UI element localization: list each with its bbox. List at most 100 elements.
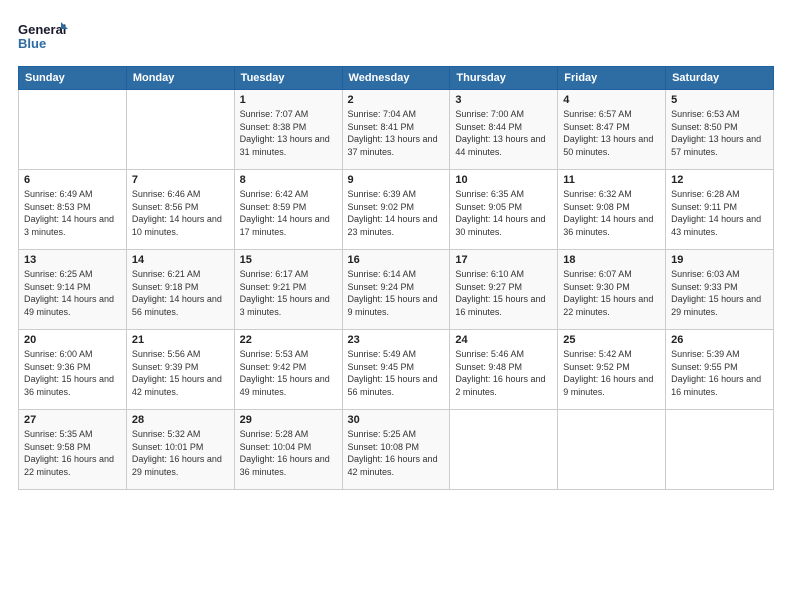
day-info: Sunrise: 5:28 AM Sunset: 10:04 PM Daylig…	[240, 428, 337, 478]
day-number: 27	[24, 414, 121, 426]
day-number: 22	[240, 334, 337, 346]
day-info: Sunrise: 5:53 AM Sunset: 9:42 PM Dayligh…	[240, 348, 337, 398]
day-number: 7	[132, 174, 229, 186]
day-info: Sunrise: 6:46 AM Sunset: 8:56 PM Dayligh…	[132, 188, 229, 238]
day-info: Sunrise: 6:03 AM Sunset: 9:33 PM Dayligh…	[671, 268, 768, 318]
day-number: 28	[132, 414, 229, 426]
day-info: Sunrise: 6:32 AM Sunset: 9:08 PM Dayligh…	[563, 188, 660, 238]
calendar-cell: 26 Sunrise: 5:39 AM Sunset: 9:55 PM Dayli…	[666, 330, 774, 410]
day-number: 12	[671, 174, 768, 186]
day-info: Sunrise: 5:42 AM Sunset: 9:52 PM Dayligh…	[563, 348, 660, 398]
calendar-cell	[450, 410, 558, 490]
calendar-cell: 17 Sunrise: 6:10 AM Sunset: 9:27 PM Dayli…	[450, 250, 558, 330]
day-info: Sunrise: 6:21 AM Sunset: 9:18 PM Dayligh…	[132, 268, 229, 318]
calendar-cell	[666, 410, 774, 490]
day-number: 5	[671, 94, 768, 106]
day-info: Sunrise: 7:07 AM Sunset: 8:38 PM Dayligh…	[240, 108, 337, 158]
calendar-week-1: 1 Sunrise: 7:07 AM Sunset: 8:38 PM Daylig…	[19, 90, 774, 170]
day-number: 2	[348, 94, 445, 106]
calendar-cell: 22 Sunrise: 5:53 AM Sunset: 9:42 PM Dayli…	[234, 330, 342, 410]
day-info: Sunrise: 5:39 AM Sunset: 9:55 PM Dayligh…	[671, 348, 768, 398]
day-info: Sunrise: 6:57 AM Sunset: 8:47 PM Dayligh…	[563, 108, 660, 158]
day-info: Sunrise: 6:00 AM Sunset: 9:36 PM Dayligh…	[24, 348, 121, 398]
svg-text:General: General	[18, 22, 66, 37]
calendar-cell: 25 Sunrise: 5:42 AM Sunset: 9:52 PM Dayli…	[558, 330, 666, 410]
day-number: 20	[24, 334, 121, 346]
calendar-week-4: 20 Sunrise: 6:00 AM Sunset: 9:36 PM Dayli…	[19, 330, 774, 410]
calendar-cell: 2 Sunrise: 7:04 AM Sunset: 8:41 PM Daylig…	[342, 90, 450, 170]
day-info: Sunrise: 6:25 AM Sunset: 9:14 PM Dayligh…	[24, 268, 121, 318]
calendar-cell: 5 Sunrise: 6:53 AM Sunset: 8:50 PM Daylig…	[666, 90, 774, 170]
day-number: 10	[455, 174, 552, 186]
calendar-cell: 4 Sunrise: 6:57 AM Sunset: 8:47 PM Daylig…	[558, 90, 666, 170]
calendar-cell: 11 Sunrise: 6:32 AM Sunset: 9:08 PM Dayli…	[558, 170, 666, 250]
day-info: Sunrise: 6:14 AM Sunset: 9:24 PM Dayligh…	[348, 268, 445, 318]
calendar-cell: 6 Sunrise: 6:49 AM Sunset: 8:53 PM Daylig…	[19, 170, 127, 250]
day-number: 23	[348, 334, 445, 346]
day-info: Sunrise: 5:35 AM Sunset: 9:58 PM Dayligh…	[24, 428, 121, 478]
calendar-cell: 28Sunrise: 5:32 AM Sunset: 10:01 PM Dayl…	[126, 410, 234, 490]
calendar-cell: 24 Sunrise: 5:46 AM Sunset: 9:48 PM Dayli…	[450, 330, 558, 410]
calendar-cell: 8Sunrise: 6:42 AM Sunset: 8:59 PM Daylig…	[234, 170, 342, 250]
day-info: Sunrise: 7:04 AM Sunset: 8:41 PM Dayligh…	[348, 108, 445, 158]
calendar-header-tuesday: Tuesday	[234, 67, 342, 90]
day-info: Sunrise: 6:28 AM Sunset: 9:11 PM Dayligh…	[671, 188, 768, 238]
day-number: 17	[455, 254, 552, 266]
calendar-cell	[558, 410, 666, 490]
day-info: Sunrise: 5:49 AM Sunset: 9:45 PM Dayligh…	[348, 348, 445, 398]
calendar-cell: 1 Sunrise: 7:07 AM Sunset: 8:38 PM Daylig…	[234, 90, 342, 170]
calendar-week-3: 13Sunrise: 6:25 AM Sunset: 9:14 PM Dayli…	[19, 250, 774, 330]
calendar-table: SundayMondayTuesdayWednesdayThursdayFrid…	[18, 66, 774, 490]
day-number: 4	[563, 94, 660, 106]
calendar-cell: 30 Sunrise: 5:25 AM Sunset: 10:08 PM Dayl…	[342, 410, 450, 490]
calendar-header-saturday: Saturday	[666, 67, 774, 90]
calendar-week-5: 27 Sunrise: 5:35 AM Sunset: 9:58 PM Dayli…	[19, 410, 774, 490]
calendar-cell	[126, 90, 234, 170]
calendar-cell: 15Sunrise: 6:17 AM Sunset: 9:21 PM Dayli…	[234, 250, 342, 330]
calendar-cell: 18 Sunrise: 6:07 AM Sunset: 9:30 PM Dayli…	[558, 250, 666, 330]
day-info: Sunrise: 6:07 AM Sunset: 9:30 PM Dayligh…	[563, 268, 660, 318]
day-info: Sunrise: 7:00 AM Sunset: 8:44 PM Dayligh…	[455, 108, 552, 158]
calendar-header-friday: Friday	[558, 67, 666, 90]
day-number: 30	[348, 414, 445, 426]
calendar-header-sunday: Sunday	[19, 67, 127, 90]
calendar-cell: 27 Sunrise: 5:35 AM Sunset: 9:58 PM Dayli…	[19, 410, 127, 490]
logo: General Blue	[18, 18, 68, 56]
calendar-cell: 9Sunrise: 6:39 AM Sunset: 9:02 PM Daylig…	[342, 170, 450, 250]
day-number: 19	[671, 254, 768, 266]
day-info: Sunrise: 6:53 AM Sunset: 8:50 PM Dayligh…	[671, 108, 768, 158]
calendar-cell: 21Sunrise: 5:56 AM Sunset: 9:39 PM Dayli…	[126, 330, 234, 410]
calendar-header-row: SundayMondayTuesdayWednesdayThursdayFrid…	[19, 67, 774, 90]
calendar-cell: 7 Sunrise: 6:46 AM Sunset: 8:56 PM Daylig…	[126, 170, 234, 250]
day-number: 1	[240, 94, 337, 106]
calendar-cell: 13Sunrise: 6:25 AM Sunset: 9:14 PM Dayli…	[19, 250, 127, 330]
calendar-cell: 10 Sunrise: 6:35 AM Sunset: 9:05 PM Dayli…	[450, 170, 558, 250]
day-info: Sunrise: 5:25 AM Sunset: 10:08 PM Daylig…	[348, 428, 445, 478]
day-number: 6	[24, 174, 121, 186]
page: General Blue SundayMondayTuesdayWednesda…	[0, 0, 792, 612]
day-number: 18	[563, 254, 660, 266]
calendar-cell: 14 Sunrise: 6:21 AM Sunset: 9:18 PM Dayli…	[126, 250, 234, 330]
day-number: 25	[563, 334, 660, 346]
calendar-cell: 12 Sunrise: 6:28 AM Sunset: 9:11 PM Dayli…	[666, 170, 774, 250]
day-number: 24	[455, 334, 552, 346]
day-info: Sunrise: 5:56 AM Sunset: 9:39 PM Dayligh…	[132, 348, 229, 398]
calendar-header-monday: Monday	[126, 67, 234, 90]
calendar-cell: 19 Sunrise: 6:03 AM Sunset: 9:33 PM Dayli…	[666, 250, 774, 330]
calendar-cell: 23 Sunrise: 5:49 AM Sunset: 9:45 PM Dayli…	[342, 330, 450, 410]
calendar-header-wednesday: Wednesday	[342, 67, 450, 90]
logo-svg: General Blue	[18, 18, 68, 56]
day-info: Sunrise: 5:46 AM Sunset: 9:48 PM Dayligh…	[455, 348, 552, 398]
day-number: 8	[240, 174, 337, 186]
day-number: 15	[240, 254, 337, 266]
day-number: 16	[348, 254, 445, 266]
day-info: Sunrise: 6:10 AM Sunset: 9:27 PM Dayligh…	[455, 268, 552, 318]
day-info: Sunrise: 6:35 AM Sunset: 9:05 PM Dayligh…	[455, 188, 552, 238]
calendar-cell: 29 Sunrise: 5:28 AM Sunset: 10:04 PM Dayl…	[234, 410, 342, 490]
calendar-cell	[19, 90, 127, 170]
day-info: Sunrise: 6:49 AM Sunset: 8:53 PM Dayligh…	[24, 188, 121, 238]
day-number: 14	[132, 254, 229, 266]
day-number: 26	[671, 334, 768, 346]
day-number: 11	[563, 174, 660, 186]
day-number: 29	[240, 414, 337, 426]
